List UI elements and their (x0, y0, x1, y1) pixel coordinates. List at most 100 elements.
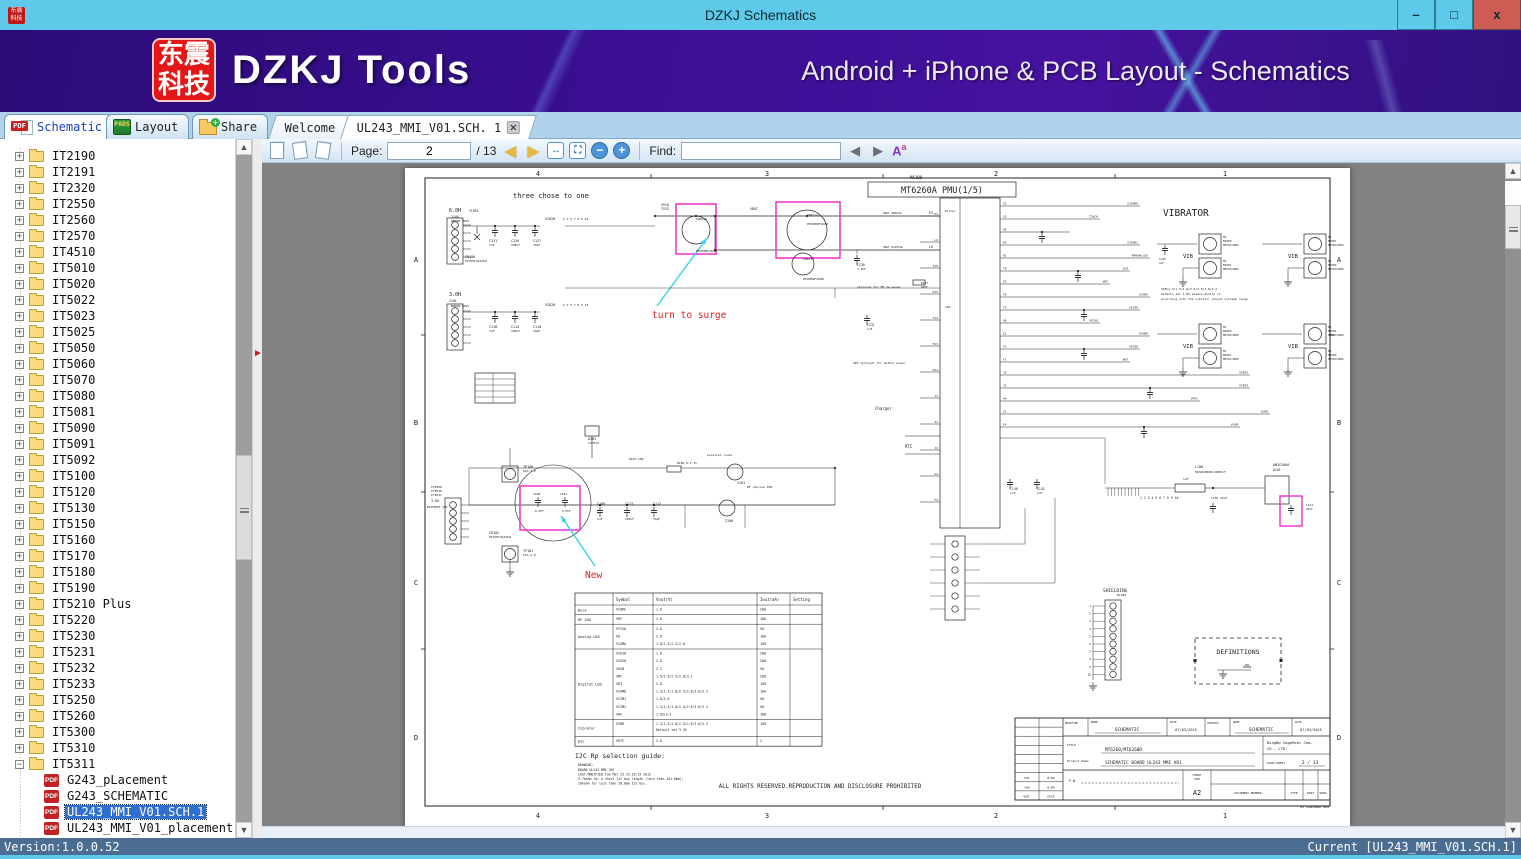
tree-folder-IT5311[interactable]: −IT5311 (0, 756, 236, 772)
zoom-out-button[interactable]: − (591, 142, 608, 159)
tree-folder-IT5070[interactable]: +IT5070 (0, 372, 236, 388)
expand-icon[interactable]: + (15, 664, 24, 673)
viewer-scroll-thumb[interactable] (1505, 205, 1521, 249)
expand-icon[interactable]: + (15, 424, 24, 433)
expand-icon[interactable]: + (15, 520, 24, 529)
expand-icon[interactable]: + (15, 248, 24, 257)
tree-folder-IT2560[interactable]: +IT2560 (0, 212, 236, 228)
tree-folder-IT5120[interactable]: +IT5120 (0, 484, 236, 500)
font-size-icon[interactable]: Aa (892, 142, 906, 158)
tree-folder-IT5025[interactable]: +IT5025 (0, 324, 236, 340)
expand-icon[interactable]: + (15, 680, 24, 689)
tree-folder-IT5050[interactable]: +IT5050 (0, 340, 236, 356)
scroll-up-icon[interactable]: ▲ (1505, 163, 1521, 179)
prev-page-button[interactable]: ◀ (501, 142, 519, 160)
expand-icon[interactable]: + (15, 344, 24, 353)
expand-icon[interactable]: + (15, 632, 24, 641)
tree-folder-IT5170[interactable]: +IT5170 (0, 548, 236, 564)
viewer-vertical-scrollbar[interactable]: ▲ ▼ (1505, 163, 1521, 838)
expand-icon[interactable]: + (15, 296, 24, 305)
tree-file-G243_pLacement[interactable]: PDFG243_pLacement (0, 772, 236, 788)
viewer-horizontal-scrollbar[interactable] (262, 826, 1505, 838)
expand-icon[interactable]: + (15, 408, 24, 417)
expand-icon[interactable]: + (15, 712, 24, 721)
minimize-button[interactable]: – (1397, 0, 1435, 30)
expand-icon[interactable]: + (15, 536, 24, 545)
find-next-icon[interactable]: ▶ (869, 142, 887, 160)
sidebar-scroll-thumb[interactable] (236, 455, 252, 560)
expand-icon[interactable]: + (15, 440, 24, 449)
expand-icon[interactable]: + (15, 200, 24, 209)
expand-icon[interactable]: + (15, 152, 24, 161)
find-input[interactable] (681, 142, 841, 160)
expand-icon[interactable]: + (15, 456, 24, 465)
expand-icon[interactable]: + (15, 184, 24, 193)
tree-folder-IT5160[interactable]: +IT5160 (0, 532, 236, 548)
tree-folder-IT5092[interactable]: +IT5092 (0, 452, 236, 468)
expand-icon[interactable]: + (15, 360, 24, 369)
tree-folder-IT4510[interactable]: +IT4510 (0, 244, 236, 260)
expand-icon[interactable]: + (15, 616, 24, 625)
tree-folder-IT5230[interactable]: +IT5230 (0, 628, 236, 644)
tab-schematic[interactable]: PDF Schematic (4, 114, 113, 139)
expand-icon[interactable]: + (15, 280, 24, 289)
expand-icon[interactable]: + (15, 392, 24, 401)
find-previous-icon[interactable]: ◀ (846, 142, 864, 160)
expand-icon[interactable]: + (15, 232, 24, 241)
next-page-button[interactable]: ▶ (524, 142, 542, 160)
tab-document[interactable]: UL243_MMI_V01.SCH. 1 ✕ (340, 115, 536, 139)
fit-page-button[interactable]: ⛶ (569, 142, 586, 159)
tree-file-UL243_MMI_V01_placement[interactable]: PDFUL243_MMI_V01_placement (0, 820, 236, 836)
scroll-up-icon[interactable]: ▲ (236, 139, 252, 155)
next-view-icon[interactable] (314, 142, 332, 160)
tree-folder-IT5150[interactable]: +IT5150 (0, 516, 236, 532)
tree-folder-IT5091[interactable]: +IT5091 (0, 436, 236, 452)
tree-folder-IT5231[interactable]: +IT5231 (0, 644, 236, 660)
expand-icon[interactable]: + (15, 648, 24, 657)
tree-folder-IT5020[interactable]: +IT5020 (0, 276, 236, 292)
tree-folder-IT5130[interactable]: +IT5130 (0, 500, 236, 516)
expand-icon[interactable]: + (15, 568, 24, 577)
expand-icon[interactable]: + (15, 600, 24, 609)
tree-folder-IT5190[interactable]: +IT5190 (0, 580, 236, 596)
tree-folder-IT5081[interactable]: +IT5081 (0, 404, 236, 420)
schematic-page[interactable]: 44332211AABBCCDDthree chose to oneMA100M… (405, 168, 1350, 826)
expand-icon[interactable]: + (15, 504, 24, 513)
tree-folder-IT5180[interactable]: +IT5180 (0, 564, 236, 580)
expand-icon[interactable]: + (15, 696, 24, 705)
expand-icon[interactable]: + (15, 216, 24, 225)
tab-close-icon[interactable]: ✕ (506, 121, 519, 134)
tree-folder-IT2320[interactable]: +IT2320 (0, 180, 236, 196)
tree-folder-IT5022[interactable]: +IT5022 (0, 292, 236, 308)
tree-folder-IT5080[interactable]: +IT5080 (0, 388, 236, 404)
fit-width-button[interactable]: ↔ (547, 142, 564, 159)
tree-folder-IT5090[interactable]: +IT5090 (0, 420, 236, 436)
expand-icon[interactable]: + (15, 328, 24, 337)
tree-folder-IT5310[interactable]: +IT5310 (0, 740, 236, 756)
expand-icon[interactable]: + (15, 584, 24, 593)
tab-layout[interactable]: PADS Layout (106, 114, 189, 139)
close-button[interactable]: x (1473, 0, 1521, 30)
sidebar-scrollbar[interactable]: ▲ ▼ (236, 139, 252, 838)
scroll-down-icon[interactable]: ▼ (1505, 822, 1521, 838)
tree-folder-IT5233[interactable]: +IT5233 (0, 676, 236, 692)
tree-folder-IT5300[interactable]: +IT5300 (0, 724, 236, 740)
tree-folder-IT5210-Plus[interactable]: +IT5210 Plus (0, 596, 236, 612)
tree-folder-IT5100[interactable]: +IT5100 (0, 468, 236, 484)
scroll-down-icon[interactable]: ▼ (236, 822, 252, 838)
expand-icon[interactable]: + (15, 168, 24, 177)
expand-icon[interactable]: + (15, 744, 24, 753)
expand-icon[interactable]: + (15, 552, 24, 561)
tree-folder-IT5220[interactable]: +IT5220 (0, 612, 236, 628)
tree-folder-IT2570[interactable]: +IT2570 (0, 228, 236, 244)
tree-folder-IT5260[interactable]: +IT5260 (0, 708, 236, 724)
tab-welcome[interactable]: Welcome (268, 115, 352, 139)
tree-folder-IT5232[interactable]: +IT5232 (0, 660, 236, 676)
tab-share[interactable]: + Share (192, 114, 268, 139)
collapse-icon[interactable]: − (15, 760, 24, 769)
expand-icon[interactable]: + (15, 312, 24, 321)
tree-folder-IT2550[interactable]: +IT2550 (0, 196, 236, 212)
page-thumb-icon[interactable] (268, 142, 286, 160)
expand-icon[interactable]: + (15, 472, 24, 481)
expand-icon[interactable]: + (15, 376, 24, 385)
